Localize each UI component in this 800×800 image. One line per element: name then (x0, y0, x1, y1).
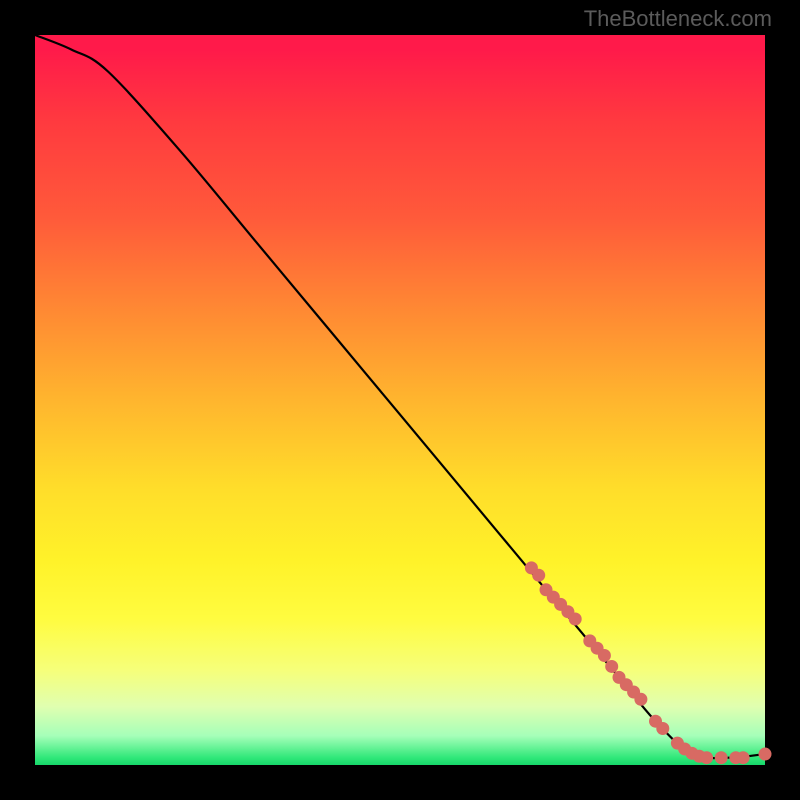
data-point-marker (634, 693, 647, 706)
chart-stage: TheBottleneck.com (0, 0, 800, 800)
data-point-marker (569, 613, 582, 626)
data-point-marker (759, 748, 772, 761)
data-point-marker (605, 660, 618, 673)
data-point-marker (656, 722, 669, 735)
marker-group (525, 561, 772, 764)
data-point-marker (598, 649, 611, 662)
data-point-marker (700, 751, 713, 764)
curve-line (35, 35, 765, 758)
data-point-marker (737, 751, 750, 764)
watermark-text: TheBottleneck.com (584, 6, 772, 32)
data-point-marker (532, 569, 545, 582)
data-point-marker (715, 751, 728, 764)
plot-svg (35, 35, 765, 765)
